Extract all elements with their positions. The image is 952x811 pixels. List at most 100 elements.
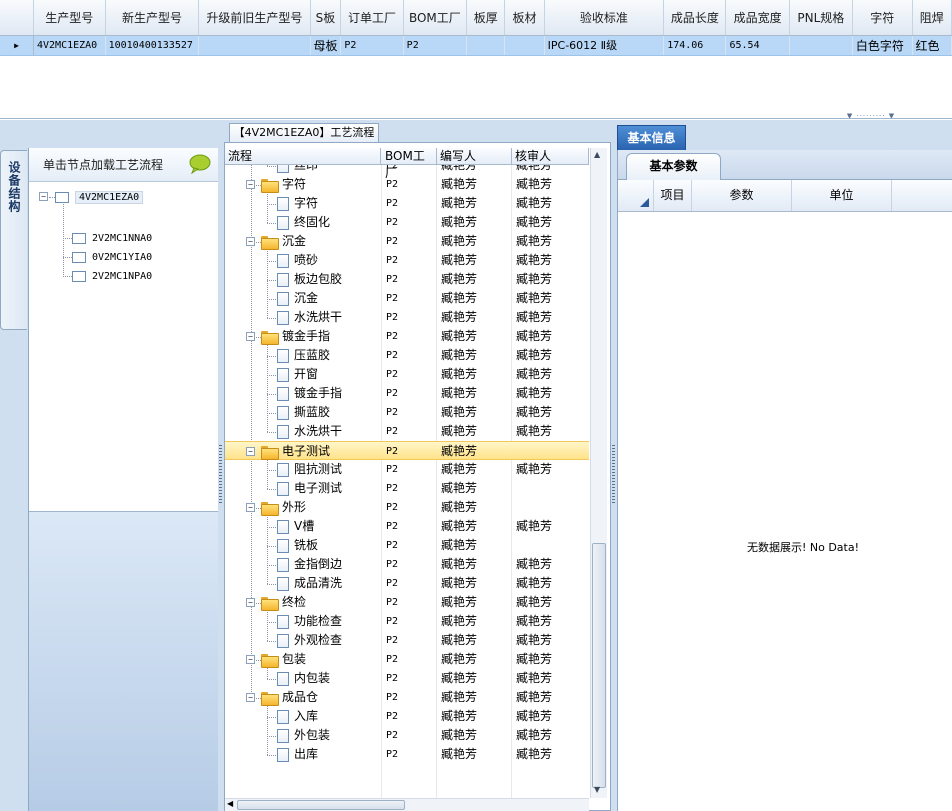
flow-step-row[interactable]: 沉金 P2 臧艳芳 臧艳芳 — [225, 289, 589, 308]
col-header[interactable]: 新生产型号 — [105, 0, 200, 36]
col-header[interactable]: S板 — [310, 0, 342, 36]
col-header[interactable]: BOM工厂 — [403, 0, 468, 36]
table-cell[interactable]: P2 — [340, 35, 404, 56]
flow-node-label: 板边包胶 — [294, 272, 343, 286]
col-header[interactable]: 参数 — [692, 180, 792, 211]
table-cell[interactable] — [789, 35, 853, 56]
flow-step-row[interactable]: 入库 P2 臧艳芳 臧艳芳 — [225, 707, 589, 726]
flow-step-row[interactable]: 出库 P2 臧艳芳 臧艳芳 — [225, 745, 589, 764]
col-header[interactable]: 验收标准 — [544, 0, 665, 36]
flow-step-row[interactable]: 板边包胶 P2 臧艳芳 臧艳芳 — [225, 270, 589, 289]
table-cell: P2 — [386, 293, 399, 304]
table-cell[interactable]: 母板 — [310, 35, 342, 56]
table-cell[interactable]: 4V2MC1EZA0 — [33, 35, 106, 56]
flow-group-row[interactable]: 镀金手指 P2 臧艳芳 臧艳芳 − — [225, 327, 589, 346]
table-row[interactable]: ▶ 4V2MC1EZA0 10010400133527 母板 P2 P2 IPC… — [0, 35, 952, 56]
flow-group-row[interactable]: 字符 P2 臧艳芳 臧艳芳 − — [225, 175, 589, 194]
param-grid-header: 项目 参数 单位 — [618, 180, 952, 212]
tree-node-root[interactable]: 4V2MC1EZA0 — [55, 188, 144, 206]
table-cell[interactable] — [466, 35, 506, 56]
tab-basic-info[interactable]: 基本信息 — [617, 125, 686, 150]
flow-step-row[interactable]: 撕蓝胶 P2 臧艳芳 臧艳芳 — [225, 403, 589, 422]
collapse-icon[interactable]: − — [246, 332, 255, 341]
folder-icon — [261, 330, 279, 345]
collapse-icon[interactable]: − — [39, 192, 48, 201]
flow-step-row[interactable]: 开窗 P2 臧艳芳 臧艳芳 — [225, 365, 589, 384]
flow-step-row[interactable]: 终固化 P2 臧艳芳 臧艳芳 — [225, 213, 589, 232]
table-cell: 臧艳芳 — [441, 386, 478, 400]
flow-step-row[interactable]: 阻抗测试 P2 臧艳芳 臧艳芳 — [225, 460, 589, 479]
flow-step-row[interactable]: 字符 P2 臧艳芳 臧艳芳 — [225, 194, 589, 213]
tab-device-structure[interactable]: 设备结构 — [0, 150, 27, 330]
col-header[interactable]: 成品宽度 — [725, 0, 790, 36]
flow-step-row[interactable]: 镀金手指 P2 臧艳芳 臧艳芳 — [225, 384, 589, 403]
flow-group-row[interactable]: 外形 P2 臧艳芳 − — [225, 498, 589, 517]
collapse-icon[interactable]: − — [246, 693, 255, 702]
col-header[interactable]: 阻焊 — [912, 0, 952, 36]
col-header[interactable]: 核审人 — [512, 148, 589, 165]
collapse-icon[interactable]: − — [246, 447, 255, 456]
table-cell[interactable] — [198, 35, 311, 56]
vertical-scrollbar[interactable]: ▲ ▼ — [590, 148, 607, 798]
table-cell[interactable] — [504, 35, 545, 56]
table-cell[interactable]: 65.54 — [725, 35, 790, 56]
flow-step-row[interactable]: 丝印 P2 臧艳芳 臧艳芳 — [225, 165, 589, 175]
flow-step-row[interactable]: 压蓝胶 P2 臧艳芳 臧艳芳 — [225, 346, 589, 365]
col-header[interactable]: 成品长度 — [663, 0, 727, 36]
horizontal-scrollbar[interactable]: ◀ — [225, 798, 589, 811]
col-header[interactable]: BOM工厂 — [382, 148, 437, 180]
collapse-icon[interactable]: − — [246, 598, 255, 607]
col-header[interactable]: 单位 — [792, 180, 892, 211]
flow-step-row[interactable]: 外观检查 P2 臧艳芳 臧艳芳 — [225, 631, 589, 650]
collapse-icon[interactable]: − — [246, 180, 255, 189]
table-cell[interactable]: 红色 — [912, 35, 952, 56]
table-cell[interactable]: 174.06 — [663, 35, 727, 56]
scroll-up-icon[interactable]: ▲ — [594, 150, 600, 159]
table-cell[interactable]: 白色字符 — [852, 35, 913, 56]
flow-group-row[interactable]: 沉金 P2 臧艳芳 臧艳芳 − — [225, 232, 589, 251]
col-header[interactable]: 流程 — [225, 148, 381, 165]
flow-node: 阻抗测试 — [277, 460, 342, 479]
col-header[interactable]: 项目 — [654, 180, 692, 211]
speech-bubble-icon[interactable] — [189, 154, 211, 174]
flow-group-row[interactable]: 成品仓 P2 臧艳芳 臧艳芳 − — [225, 688, 589, 707]
table-cell[interactable]: P2 — [403, 35, 468, 56]
flow-group-row[interactable]: 终检 P2 臧艳芳 臧艳芳 − — [225, 593, 589, 612]
col-header[interactable]: 板厚 — [466, 0, 506, 36]
col-header[interactable]: 板材 — [504, 0, 545, 36]
splitter-grip-icon[interactable]: ▼ ········· ▼ — [836, 113, 906, 119]
flow-group-row[interactable]: 包装 P2 臧艳芳 臧艳芳 − — [225, 650, 589, 669]
flow-step-row[interactable]: 铣板 P2 臧艳芳 — [225, 536, 589, 555]
tree-node[interactable]: 0V2MC1YIA0 — [72, 248, 152, 266]
col-header[interactable]: 升级前旧生产型号 — [198, 0, 311, 36]
table-cell[interactable]: 10010400133527 — [105, 35, 200, 56]
col-header[interactable]: 字符 — [852, 0, 913, 36]
col-header[interactable]: 订单工厂 — [340, 0, 404, 36]
flow-step-row[interactable]: 功能检查 P2 臧艳芳 臧艳芳 — [225, 612, 589, 631]
col-header[interactable]: 生产型号 — [33, 0, 106, 36]
flow-step-row[interactable]: 外包装 P2 臧艳芳 臧艳芳 — [225, 726, 589, 745]
flow-step-row[interactable]: 内包装 P2 臧艳芳 臧艳芳 — [225, 669, 589, 688]
scrollbar-thumb[interactable] — [237, 800, 405, 810]
tree-node[interactable]: 2V2MC1NNA0 — [72, 229, 152, 247]
scroll-left-icon[interactable]: ◀ — [227, 799, 233, 808]
flow-step-row[interactable]: 成品清洗 P2 臧艳芳 臧艳芳 — [225, 574, 589, 593]
scroll-down-icon[interactable]: ▼ — [594, 785, 600, 794]
flow-group-row[interactable]: 电子测试 P2 臧艳芳 − — [225, 441, 589, 460]
table-cell[interactable]: IPC-6012 Ⅱ级 — [544, 35, 665, 56]
tab-basic-params[interactable]: 基本参数 — [626, 153, 721, 180]
flow-step-row[interactable]: V槽 P2 臧艳芳 臧艳芳 — [225, 517, 589, 536]
flow-step-row[interactable]: 电子测试 P2 臧艳芳 — [225, 479, 589, 498]
device-structure-panel: 单击节点加载工艺流程 − 4V2MC1EZA0 2V2MC1NNA0 0V2MC… — [28, 148, 219, 811]
col-header[interactable]: PNL规格 — [789, 0, 853, 36]
tree-node[interactable]: 2V2MC1NPA0 — [72, 267, 152, 285]
flow-step-row[interactable]: 水洗烘干 P2 臧艳芳 臧艳芳 — [225, 308, 589, 327]
flow-step-row[interactable]: 喷砂 P2 臧艳芳 臧艳芳 — [225, 251, 589, 270]
collapse-icon[interactable]: − — [246, 503, 255, 512]
collapse-icon[interactable]: − — [246, 237, 255, 246]
col-header[interactable]: 编写人 — [437, 148, 512, 165]
scrollbar-thumb[interactable] — [592, 543, 606, 788]
collapse-icon[interactable]: − — [246, 655, 255, 664]
flow-step-row[interactable]: 金指倒边 P2 臧艳芳 臧艳芳 — [225, 555, 589, 574]
flow-step-row[interactable]: 水洗烘干 P2 臧艳芳 臧艳芳 — [225, 422, 589, 441]
